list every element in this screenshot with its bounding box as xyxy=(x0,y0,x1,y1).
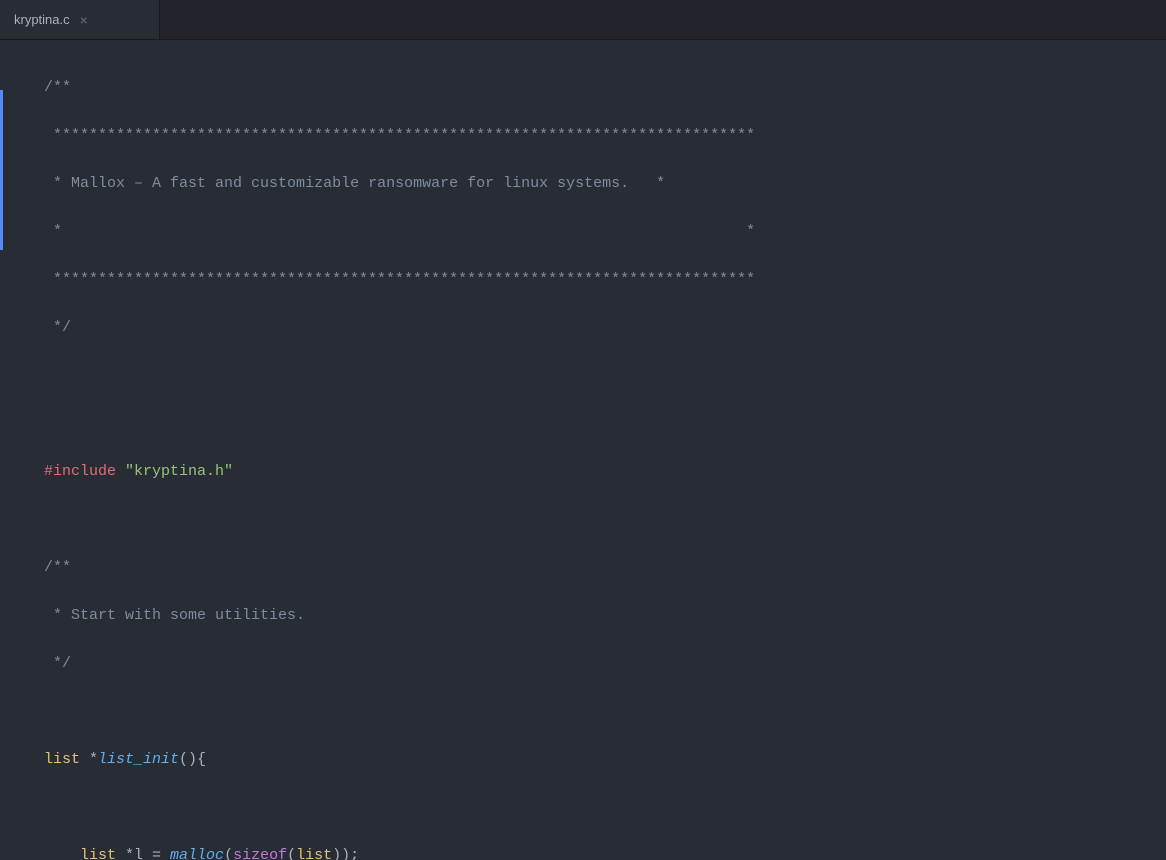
code-line: /** xyxy=(44,556,1166,580)
code-editor: /** ************************************… xyxy=(0,40,1166,860)
tab-filename: kryptina.c xyxy=(14,12,70,27)
code-line: * Start with some utilities. xyxy=(44,604,1166,628)
code-line xyxy=(44,508,1166,532)
code-line: */ xyxy=(44,316,1166,340)
code-line: #include "kryptina.h" xyxy=(44,460,1166,484)
code-line: list *l = malloc(sizeof(list)); xyxy=(44,844,1166,860)
tab-inactive-area xyxy=(160,0,1166,39)
code-line: * Mallox – A fast and customizable ranso… xyxy=(44,172,1166,196)
code-line: list *list_init(){ xyxy=(44,748,1166,772)
code-line: */ xyxy=(44,652,1166,676)
code-content[interactable]: /** ************************************… xyxy=(0,40,1166,860)
code-line xyxy=(44,364,1166,388)
tab-close-button[interactable]: × xyxy=(80,13,88,27)
code-line: ****************************************… xyxy=(44,124,1166,148)
active-line-indicator xyxy=(0,90,3,250)
code-line xyxy=(44,700,1166,724)
code-line xyxy=(44,796,1166,820)
code-line: /** xyxy=(44,76,1166,100)
tab-kryptina[interactable]: kryptina.c × xyxy=(0,0,160,39)
code-line xyxy=(44,412,1166,436)
tab-bar: kryptina.c × xyxy=(0,0,1166,40)
code-line: ****************************************… xyxy=(44,268,1166,292)
code-line: * * xyxy=(44,220,1166,244)
